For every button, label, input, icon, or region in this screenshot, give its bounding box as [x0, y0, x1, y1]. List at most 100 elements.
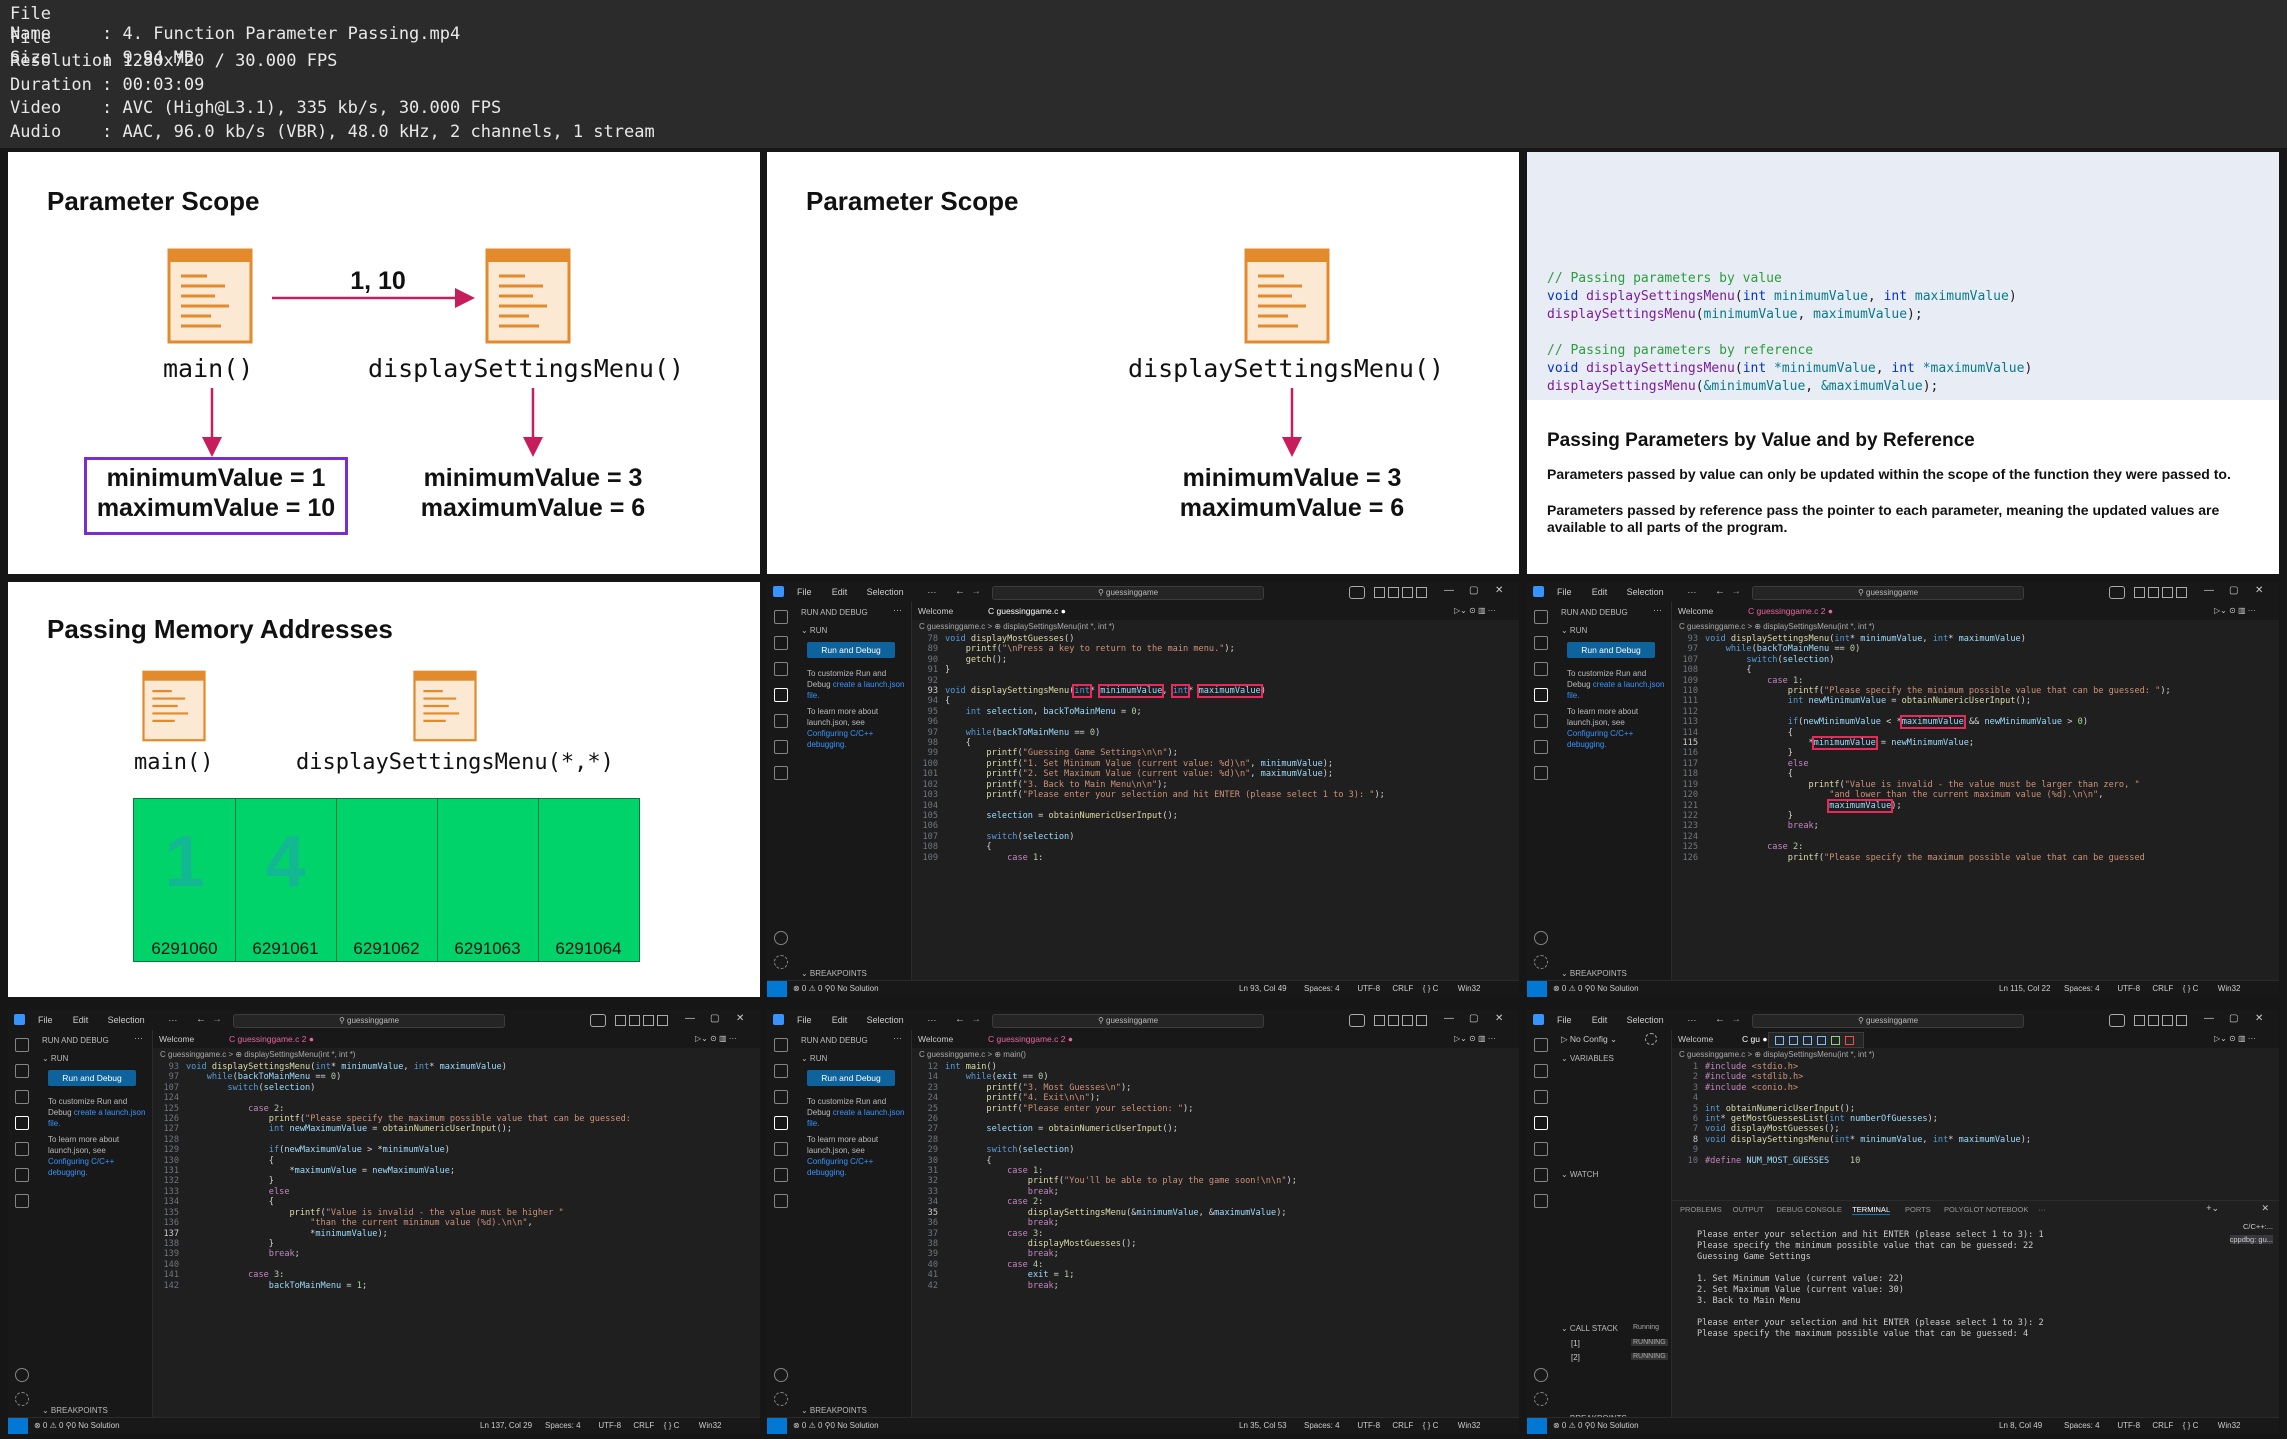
minimize-icon[interactable]: — [1444, 585, 1454, 596]
run-debug-icon[interactable] [1534, 1116, 1548, 1130]
status-item[interactable]: { } C [2183, 984, 2199, 993]
menu-item[interactable]: File [38, 1015, 53, 1025]
menu-item[interactable]: Selection [1627, 587, 1664, 597]
editor-actions-icon[interactable]: ▷⌄ ⊙ ▥ ··· [1454, 1034, 1496, 1043]
panel-tab[interactable]: POLYGLOT NOTEBOOK [1944, 1205, 2028, 1214]
command-search[interactable]: ⚲ guessinggame [992, 1014, 1264, 1028]
remote-indicator[interactable] [1527, 981, 1547, 997]
panel-tab[interactable]: DEBUG CONSOLE [1776, 1205, 1841, 1214]
extensions-icon[interactable] [774, 714, 788, 728]
tab-guessinggame[interactable]: C guessinggame.c 2 ● [1748, 606, 1833, 616]
settings-gear-icon[interactable] [1534, 1392, 1548, 1406]
account-icon[interactable] [774, 1368, 788, 1382]
tab-guessinggame[interactable]: C guessinggame.c ● [988, 606, 1066, 616]
problems-status[interactable]: ⊗ 0 ⚠ 0 ⚲0 No Solution [34, 1421, 120, 1430]
debug-config-select[interactable]: ▷ No Config ⌄ [1561, 1034, 1617, 1045]
configuring-link[interactable]: Configuring C/C++ debugging. [807, 729, 873, 749]
menu-item[interactable]: ··· [927, 1015, 936, 1025]
remote-indicator[interactable] [1527, 1418, 1547, 1434]
close-icon[interactable]: ✕ [2255, 585, 2263, 596]
menu-item[interactable]: Edit [1592, 1015, 1608, 1025]
status-item[interactable]: CRLF [633, 1421, 654, 1430]
settings-gear-icon[interactable] [15, 1392, 29, 1406]
status-item[interactable]: Spaces: 4 [1304, 1421, 1340, 1430]
tab-welcome[interactable]: Welcome [1678, 606, 1713, 616]
status-item[interactable]: Win32 [2218, 984, 2241, 993]
close-icon[interactable]: ✕ [1495, 1013, 1503, 1024]
layout-icon[interactable] [1374, 587, 1385, 598]
maximize-icon[interactable]: ▢ [2229, 1013, 2238, 1024]
explorer-icon[interactable] [774, 1038, 788, 1052]
cursor-position[interactable]: Ln 115, Col 22 [1999, 984, 2050, 993]
layout-icon[interactable] [1402, 587, 1413, 598]
run-and-debug-button[interactable]: Run and Debug [807, 642, 895, 658]
cursor-position[interactable]: Ln 8, Col 49 [1999, 1421, 2042, 1430]
source-control-icon[interactable] [1534, 662, 1548, 676]
run-and-debug-button[interactable]: Run and Debug [48, 1070, 136, 1086]
tab-welcome[interactable]: Welcome [1678, 1034, 1713, 1044]
nav-forward-icon[interactable]: → [1731, 1014, 1741, 1025]
status-item[interactable]: UTF-8 [2117, 1421, 2140, 1430]
explorer-icon[interactable] [1534, 610, 1548, 624]
layout-icon[interactable] [1388, 587, 1399, 598]
stop-icon[interactable] [1845, 1036, 1854, 1045]
explorer-icon[interactable] [1534, 1038, 1548, 1052]
account-icon[interactable] [15, 1368, 29, 1382]
menu-item[interactable]: File [797, 1015, 812, 1025]
layout-icon[interactable] [2162, 1015, 2173, 1026]
nav-forward-icon[interactable]: → [971, 1014, 981, 1025]
run-debug-icon[interactable] [15, 1116, 29, 1130]
close-icon[interactable]: ✕ [1495, 585, 1503, 596]
copilot-icon[interactable] [1349, 1014, 1365, 1027]
editor-actions-icon[interactable]: ▷⌄ ⊙ ▥ ··· [2214, 606, 2256, 615]
copilot-icon[interactable] [2109, 1014, 2125, 1027]
status-item[interactable]: { } C [2183, 1421, 2199, 1430]
maximize-icon[interactable]: ▢ [1469, 585, 1478, 596]
minimize-icon[interactable]: — [2204, 585, 2214, 596]
remote-explorer-icon[interactable] [1534, 1168, 1548, 1182]
status-item[interactable]: UTF-8 [1357, 984, 1380, 993]
editor-actions-icon[interactable]: ▷⌄ ⊙ ▥ ··· [2214, 1034, 2256, 1043]
more-actions-icon[interactable]: ··· [1653, 605, 1662, 615]
status-item[interactable]: Spaces: 4 [545, 1421, 581, 1430]
status-item[interactable]: Win32 [1458, 984, 1481, 993]
extensions-icon[interactable] [774, 1142, 788, 1156]
explorer-icon[interactable] [774, 610, 788, 624]
step-into-icon[interactable] [1803, 1036, 1812, 1045]
nav-forward-icon[interactable]: → [1731, 586, 1741, 597]
source-control-icon[interactable] [774, 662, 788, 676]
remote-explorer-icon[interactable] [774, 740, 788, 754]
copilot-icon[interactable] [1349, 586, 1365, 599]
editor-actions-icon[interactable]: ▷⌄ ⊙ ▥ ··· [695, 1034, 737, 1043]
nav-back-icon[interactable]: ← [1715, 1014, 1725, 1025]
layout-icon[interactable] [2134, 587, 2145, 598]
layout-icon[interactable] [2148, 587, 2159, 598]
status-item[interactable]: Spaces: 4 [2064, 1421, 2100, 1430]
maximize-icon[interactable]: ▢ [2229, 585, 2238, 596]
source-control-icon[interactable] [774, 1090, 788, 1104]
status-item[interactable]: Win32 [2218, 1421, 2241, 1430]
code-editor[interactable]: void displayMostGuesses() printf("\nPres… [945, 634, 1511, 979]
more-actions-icon[interactable]: ··· [134, 1033, 143, 1043]
menu-item[interactable]: Edit [1592, 587, 1608, 597]
maximize-icon[interactable]: ▢ [1469, 1013, 1478, 1024]
search-icon[interactable] [15, 1064, 29, 1078]
source-control-icon[interactable] [15, 1090, 29, 1104]
settings-gear-icon[interactable] [1534, 955, 1548, 969]
tab-guessinggame[interactable]: C guessinggame.c 2 ● [988, 1034, 1073, 1044]
restart-icon[interactable] [1831, 1036, 1840, 1045]
panel-tab[interactable]: ··· [2038, 1205, 2046, 1214]
problems-status[interactable]: ⊗ 0 ⚠ 0 ⚲0 No Solution [1553, 984, 1639, 993]
status-item[interactable]: { } C [664, 1421, 680, 1430]
menu-item[interactable]: File [797, 587, 812, 597]
command-search[interactable]: ⚲ guessinggame [1752, 1014, 2024, 1028]
search-icon[interactable] [774, 1064, 788, 1078]
run-debug-icon[interactable] [774, 1116, 788, 1130]
more-icon[interactable] [774, 1194, 788, 1208]
nav-back-icon[interactable]: ← [955, 586, 965, 597]
remote-indicator[interactable] [767, 1418, 787, 1434]
layout-icon[interactable] [615, 1015, 626, 1026]
menu-item[interactable]: Selection [108, 1015, 145, 1025]
thread-item[interactable]: [1] [1571, 1339, 1580, 1348]
run-and-debug-button[interactable]: Run and Debug [1567, 642, 1655, 658]
